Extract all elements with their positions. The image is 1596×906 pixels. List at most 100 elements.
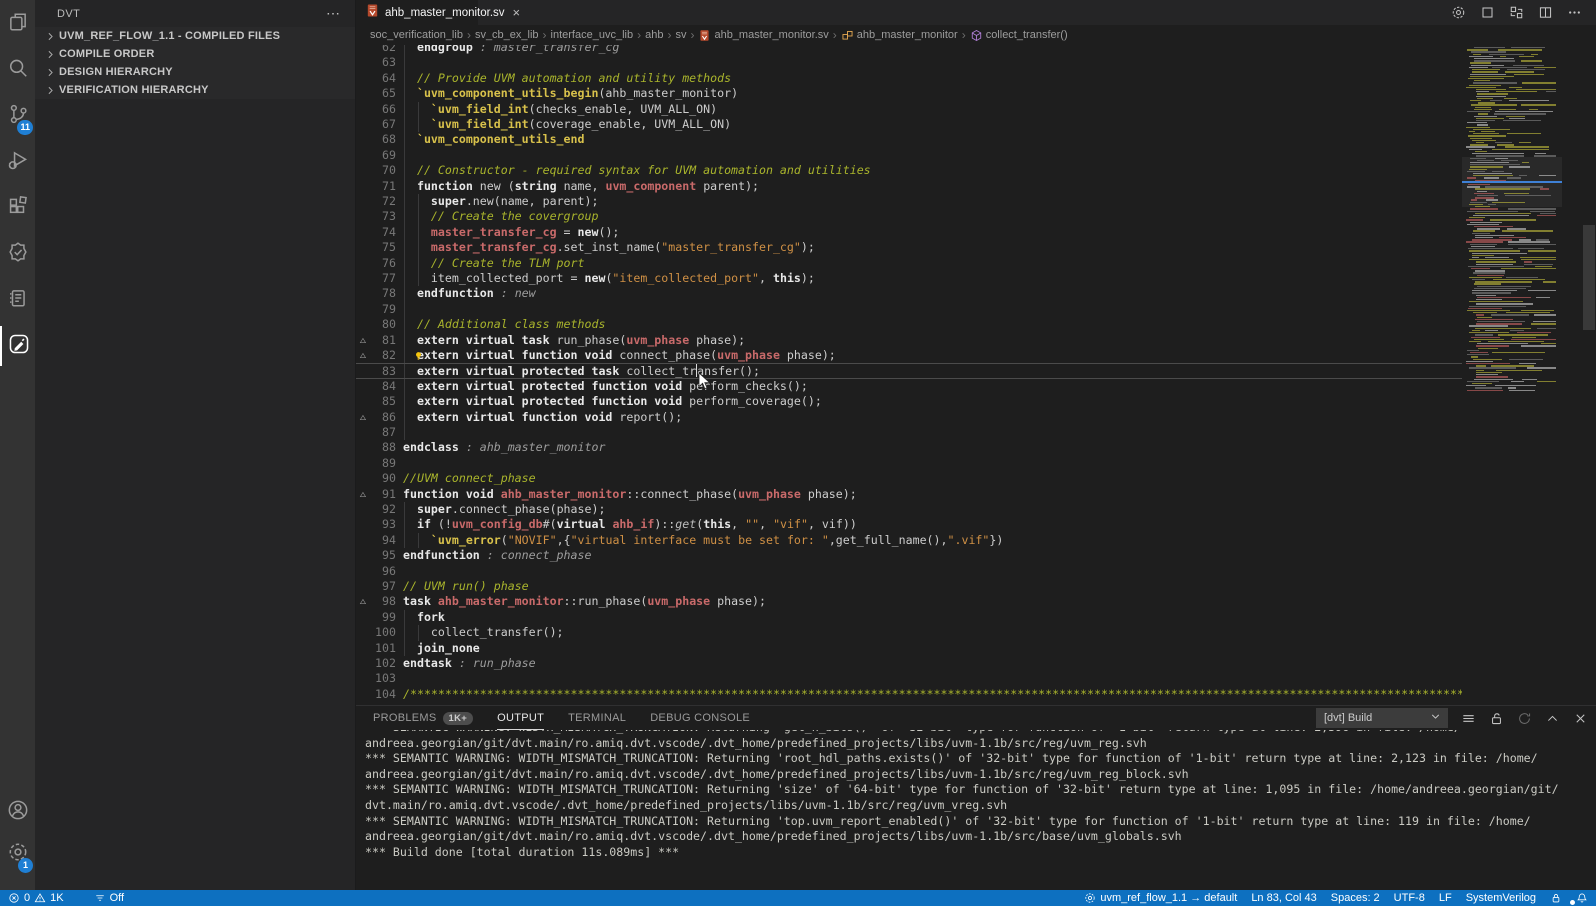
activity-item-run-and-debug[interactable] bbox=[0, 142, 35, 182]
override-indicator-icon[interactable] bbox=[358, 412, 370, 424]
show-diagrams-icon[interactable] bbox=[1509, 5, 1524, 20]
code-line[interactable]: 69 bbox=[356, 148, 1462, 163]
minimap[interactable] bbox=[1462, 45, 1562, 705]
code-line[interactable]: 84 extern virtual protected function voi… bbox=[356, 379, 1462, 394]
settings-gear-icon[interactable] bbox=[1451, 5, 1466, 20]
code-line[interactable]: 76 // Create the TLM port bbox=[356, 256, 1462, 271]
status-tabs-lock[interactable] bbox=[1550, 892, 1562, 904]
breadcrumb-item[interactable]: collect_transfer() bbox=[970, 29, 1068, 42]
override-indicator-icon[interactable] bbox=[358, 350, 370, 362]
close-panel-icon[interactable] bbox=[1573, 711, 1588, 726]
output-panel[interactable]: *** SEMANTIC WARNING: WIDTH_MISMATCH_TRU… bbox=[356, 730, 1596, 891]
status-language[interactable]: SystemVerilog bbox=[1466, 892, 1536, 904]
code-line[interactable]: 78 endfunction : new bbox=[356, 286, 1462, 301]
status-notifications[interactable] bbox=[1576, 892, 1588, 904]
sidebar-tree-item[interactable]: COMPILE ORDER bbox=[35, 45, 355, 63]
autoscroll-icon[interactable] bbox=[1517, 711, 1532, 726]
code-line[interactable]: 87 bbox=[356, 425, 1462, 440]
code-line[interactable]: 96 bbox=[356, 564, 1462, 579]
code-line[interactable]: 66 `uvm_field_int(checks_enable, UVM_ALL… bbox=[356, 102, 1462, 117]
activity-item-explorer[interactable] bbox=[0, 4, 35, 44]
code-line[interactable]: 72 super.new(name, parent); bbox=[356, 194, 1462, 209]
task-dropdown[interactable]: [dvt] Build bbox=[1316, 708, 1448, 728]
override-indicator-icon[interactable] bbox=[358, 596, 370, 608]
panel-tab-terminal[interactable]: TERMINAL bbox=[568, 706, 626, 730]
code-line[interactable]: 70 // Constructor - required syntax for … bbox=[356, 163, 1462, 178]
open-changes-icon[interactable] bbox=[1480, 5, 1495, 20]
activity-item-dvt-requirements[interactable] bbox=[0, 280, 35, 320]
editor-scrollbar[interactable] bbox=[1582, 45, 1596, 705]
activity-item-dvt-verification[interactable] bbox=[0, 234, 35, 274]
activity-item-settings[interactable]: 1 bbox=[0, 834, 35, 874]
activity-item-dvt[interactable] bbox=[0, 326, 35, 366]
code-line[interactable]: 93 if (!uvm_config_db#(virtual ahb_if)::… bbox=[356, 517, 1462, 532]
code-line[interactable]: 89 bbox=[356, 456, 1462, 471]
code-line[interactable]: 64 // Provide UVM automation and utility… bbox=[356, 71, 1462, 86]
code-editor[interactable]: 62 endgroup : master_transfer_cg6364 // … bbox=[356, 45, 1596, 705]
unlock-icon[interactable] bbox=[1489, 711, 1504, 726]
code-line[interactable]: 63 bbox=[356, 55, 1462, 70]
code-line[interactable]: 67 `uvm_field_int(coverage_enable, UVM_A… bbox=[356, 117, 1462, 132]
status-encoding[interactable]: UTF-8 bbox=[1394, 892, 1425, 904]
code-line[interactable]: 80 // Additional class methods bbox=[356, 317, 1462, 332]
output-filter-icon[interactable] bbox=[1461, 711, 1476, 726]
code-line[interactable]: 86 extern virtual function void report()… bbox=[356, 410, 1462, 425]
activity-item-source-control[interactable]: 11 bbox=[0, 96, 35, 136]
activity-item-accounts[interactable] bbox=[0, 792, 35, 832]
status-trace-toggle[interactable]: Off bbox=[94, 892, 124, 904]
breadcrumb-item[interactable]: sv_cb_ex_lib bbox=[475, 29, 539, 41]
panel-tab-problems[interactable]: PROBLEMS1K+ bbox=[373, 706, 473, 730]
code-line[interactable]: 75 master_transfer_cg.set_inst_name("mas… bbox=[356, 240, 1462, 255]
code-line[interactable]: 68 `uvm_component_utils_end bbox=[356, 132, 1462, 147]
code-line[interactable]: 104/************************************… bbox=[356, 687, 1462, 702]
activity-item-search[interactable] bbox=[0, 50, 35, 90]
code-line[interactable]: 102endtask : run_phase bbox=[356, 656, 1462, 671]
status-problems[interactable]: 01K bbox=[8, 892, 64, 904]
activity-item-extensions[interactable] bbox=[0, 188, 35, 228]
code-line[interactable]: 92 super.connect_phase(phase); bbox=[356, 502, 1462, 517]
code-line[interactable]: 73 // Create the covergroup bbox=[356, 209, 1462, 224]
more-actions-icon[interactable] bbox=[1567, 5, 1582, 20]
code-line[interactable]: 62 endgroup : master_transfer_cg bbox=[356, 45, 1462, 55]
panel-tab-output[interactable]: OUTPUT bbox=[497, 706, 544, 730]
breadcrumb-item[interactable]: ahb bbox=[645, 29, 663, 41]
breadcrumb-item[interactable]: ahb_master_monitor bbox=[841, 29, 958, 42]
code-line[interactable]: 95endfunction : connect_phase bbox=[356, 548, 1462, 563]
split-editor-icon[interactable] bbox=[1538, 5, 1553, 20]
code-line[interactable]: 94 `uvm_error("NOVIF",{"virtual interfac… bbox=[356, 533, 1462, 548]
code-line[interactable]: 77 item_collected_port = new("item_colle… bbox=[356, 271, 1462, 286]
override-indicator-icon[interactable] bbox=[358, 335, 370, 347]
code-line[interactable]: 81 extern virtual task run_phase(uvm_pha… bbox=[356, 333, 1462, 348]
code-line[interactable]: 71 function new (string name, uvm_compon… bbox=[356, 179, 1462, 194]
code-line[interactable]: 97// UVM run() phase bbox=[356, 579, 1462, 594]
code-line[interactable]: 88endclass : ahb_master_monitor bbox=[356, 440, 1462, 455]
maximize-panel-icon[interactable] bbox=[1545, 711, 1560, 726]
breadcrumb-item[interactable]: interface_uvc_lib bbox=[551, 29, 634, 41]
code-line[interactable]: 74 master_transfer_cg = new(); bbox=[356, 225, 1462, 240]
breadcrumb-item[interactable]: sv bbox=[675, 29, 686, 41]
code-line[interactable]: 83 extern virtual protected task collect… bbox=[356, 363, 1462, 378]
sidebar-tree-item[interactable]: VERIFICATION HIERARCHY bbox=[35, 81, 355, 99]
code-area[interactable]: 62 endgroup : master_transfer_cg6364 // … bbox=[356, 45, 1596, 705]
code-line[interactable]: 103 bbox=[356, 671, 1462, 686]
code-line[interactable]: 99 fork bbox=[356, 610, 1462, 625]
status-eol[interactable]: LF bbox=[1439, 892, 1452, 904]
code-line[interactable]: 90//UVM connect_phase bbox=[356, 471, 1462, 486]
code-line[interactable]: 65 `uvm_component_utils_begin(ahb_master… bbox=[356, 86, 1462, 101]
code-line[interactable]: 101 join_none bbox=[356, 641, 1462, 656]
status-project[interactable]: uvm_ref_flow_1.1 → default bbox=[1084, 892, 1237, 904]
code-line[interactable]: 79 bbox=[356, 302, 1462, 317]
override-indicator-icon[interactable] bbox=[358, 489, 370, 501]
more-actions-icon[interactable]: ⋯ bbox=[326, 5, 341, 22]
code-line[interactable]: 82 extern virtual function void connect_… bbox=[356, 348, 1462, 363]
breadcrumb-item[interactable]: soc_verification_lib bbox=[370, 29, 463, 41]
code-line[interactable]: 85 extern virtual protected function voi… bbox=[356, 394, 1462, 409]
code-line[interactable]: 98task ahb_master_monitor::run_phase(uvm… bbox=[356, 594, 1462, 609]
code-line[interactable]: 100 collect_transfer(); bbox=[356, 625, 1462, 640]
panel-tab-debug-console[interactable]: DEBUG CONSOLE bbox=[650, 706, 750, 730]
code-line[interactable]: 91function void ahb_master_monitor::conn… bbox=[356, 487, 1462, 502]
editor-tab[interactable]: ahb_master_monitor.sv × bbox=[356, 0, 478, 25]
breadcrumb-item[interactable]: ahb_master_monitor.sv bbox=[698, 29, 828, 42]
scrollbar-slider[interactable] bbox=[1583, 225, 1595, 330]
status-indentation[interactable]: Spaces: 2 bbox=[1331, 892, 1380, 904]
